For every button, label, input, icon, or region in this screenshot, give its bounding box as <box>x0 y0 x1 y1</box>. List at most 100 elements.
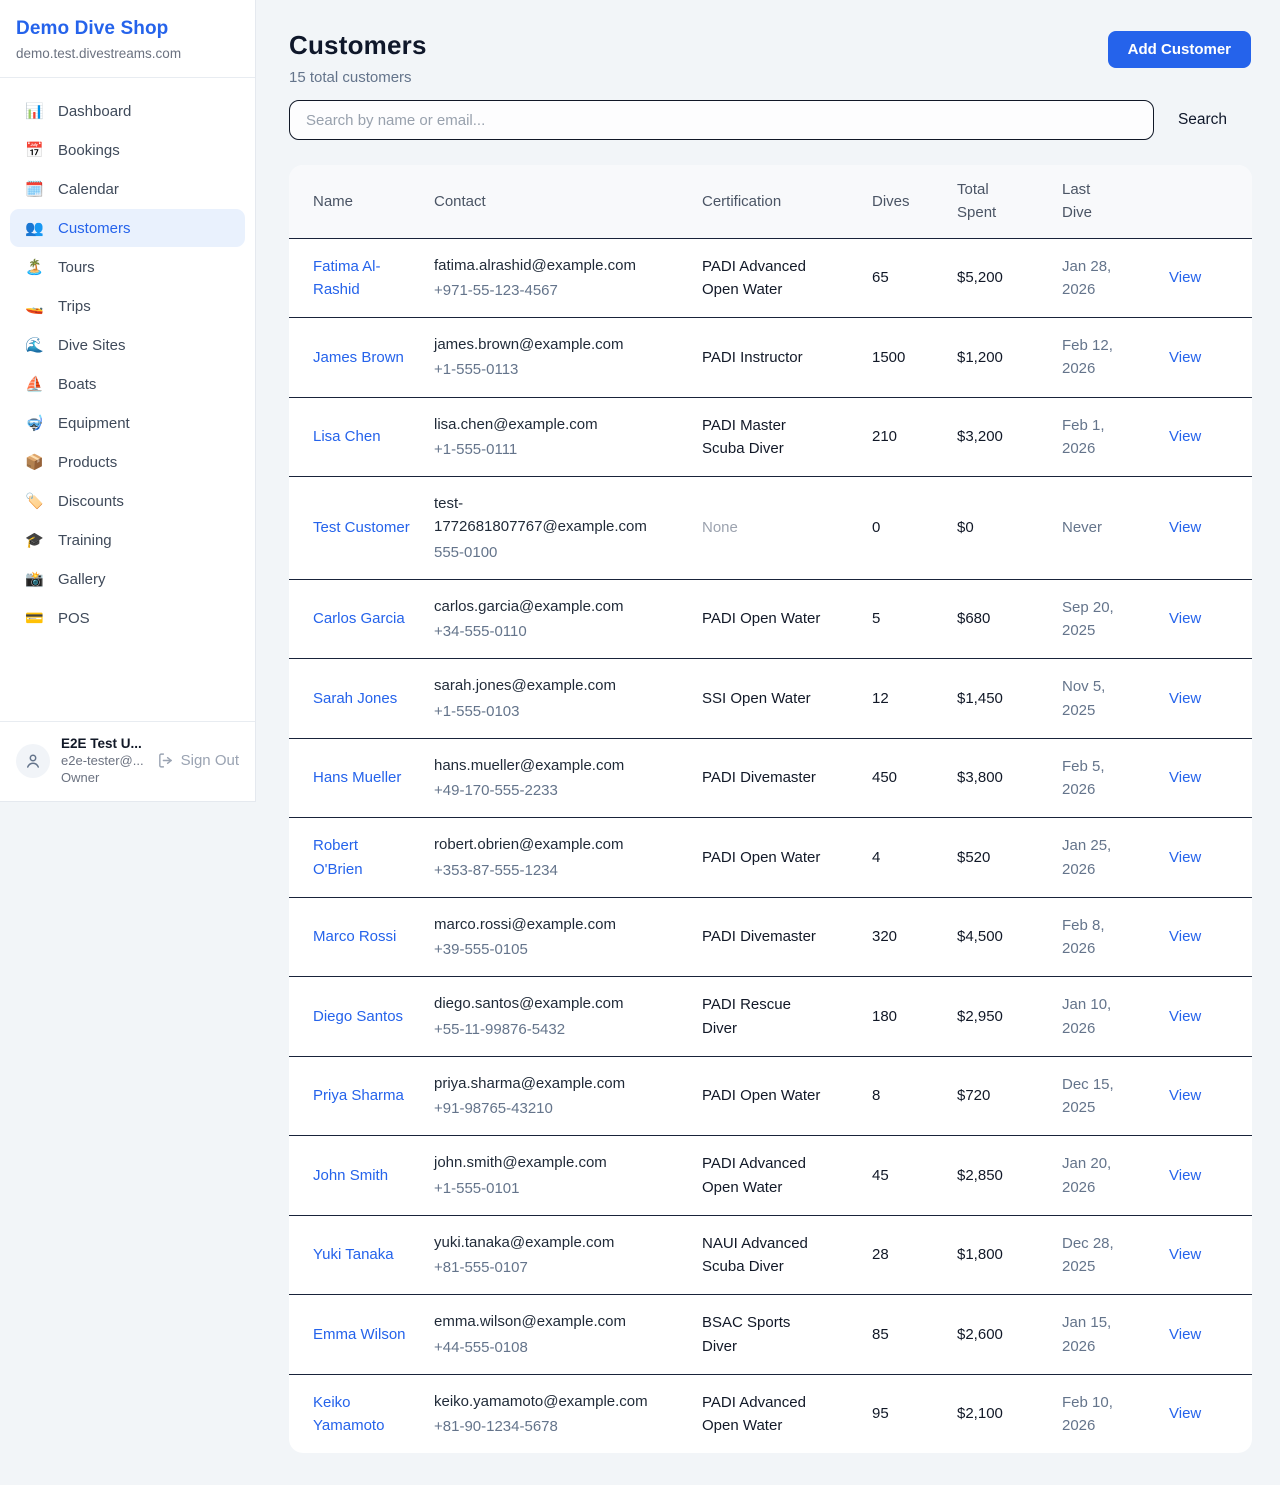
sign-out-button[interactable]: Sign Out <box>157 752 241 769</box>
customer-certification: PADI Rescue Diver <box>702 993 828 1040</box>
customer-name-link[interactable]: Diego Santos <box>313 1005 403 1028</box>
view-customer-link[interactable]: View <box>1169 349 1201 366</box>
customer-phone: +49-170-555-2233 <box>434 779 688 802</box>
view-customer-link[interactable]: View <box>1169 428 1201 445</box>
user-name: E2E Test U... <box>61 736 146 751</box>
sidebar-item-bookings[interactable]: 📅 Bookings <box>10 131 245 169</box>
sidebar-item-dive-sites[interactable]: 🌊 Dive Sites <box>10 326 245 364</box>
view-customer-link[interactable]: View <box>1169 519 1201 536</box>
sidebar-item-pos[interactable]: 💳 POS <box>10 599 245 637</box>
customer-last-dive: Sep 20, 2025 <box>1062 596 1124 643</box>
sidebar-item-training[interactable]: 🎓 Training <box>10 521 245 559</box>
customer-name-link[interactable]: Hans Mueller <box>313 766 401 789</box>
main-content: Customers 15 total customers Add Custome… <box>256 0 1280 1453</box>
customer-last-dive: Feb 8, 2026 <box>1062 914 1124 961</box>
table-row: Robert O'Brien robert.obrien@example.com… <box>289 818 1252 898</box>
sidebar-item-boats[interactable]: ⛵ Boats <box>10 365 245 403</box>
customer-email: john.smith@example.com <box>434 1151 671 1174</box>
customer-name-link[interactable]: Keiko Yamamoto <box>313 1391 411 1438</box>
view-customer-link[interactable]: View <box>1169 849 1201 866</box>
view-customer-link[interactable]: View <box>1169 928 1201 945</box>
customer-phone: +55-11-99876-5432 <box>434 1018 688 1041</box>
customer-phone: +44-555-0108 <box>434 1336 688 1359</box>
customer-name-link[interactable]: Robert O'Brien <box>313 834 411 881</box>
calendar-icon: 🗓️ <box>25 180 43 198</box>
customer-certification: PADI Advanced Open Water <box>702 1152 828 1199</box>
add-customer-button[interactable]: Add Customer <box>1108 31 1251 68</box>
view-customer-link[interactable]: View <box>1169 769 1201 786</box>
sidebar-item-discounts[interactable]: 🏷️ Discounts <box>10 482 245 520</box>
table-row: Fatima Al-Rashid fatima.alrashid@example… <box>289 238 1252 318</box>
customer-last-dive: Feb 10, 2026 <box>1062 1391 1124 1438</box>
customer-name-link[interactable]: Yuki Tanaka <box>313 1243 394 1266</box>
view-customer-link[interactable]: View <box>1169 1405 1201 1422</box>
customer-dives: 95 <box>872 1405 889 1422</box>
table-row: Lisa Chen lisa.chen@example.com +1-555-0… <box>289 397 1252 477</box>
view-customer-link[interactable]: View <box>1169 1167 1201 1184</box>
customer-name-link[interactable]: Test Customer <box>313 516 410 539</box>
sidebar-item-trips[interactable]: 🚤 Trips <box>10 287 245 325</box>
customer-last-dive: Jan 15, 2026 <box>1062 1311 1124 1358</box>
customer-total-spent: $2,950 <box>957 1008 1003 1025</box>
customer-phone: +39-555-0105 <box>434 938 688 961</box>
customer-phone: +1-555-0113 <box>434 358 688 381</box>
sidebar-item-customers[interactable]: 👥 Customers <box>10 209 245 247</box>
sign-out-label: Sign Out <box>181 752 239 769</box>
view-customer-link[interactable]: View <box>1169 690 1201 707</box>
column-header-certification: Certification <box>702 165 872 238</box>
customer-name-link[interactable]: James Brown <box>313 346 404 369</box>
view-customer-link[interactable]: View <box>1169 269 1201 286</box>
view-customer-link[interactable]: View <box>1169 1008 1201 1025</box>
sidebar-item-calendar[interactable]: 🗓️ Calendar <box>10 170 245 208</box>
customer-name-link[interactable]: Sarah Jones <box>313 687 397 710</box>
boats-icon: ⛵ <box>25 375 43 393</box>
view-customer-link[interactable]: View <box>1169 610 1201 627</box>
sidebar-item-products[interactable]: 📦 Products <box>10 443 245 481</box>
customer-total-spent: $2,100 <box>957 1405 1003 1422</box>
customer-name-link[interactable]: Lisa Chen <box>313 425 381 448</box>
customer-total-spent: $2,600 <box>957 1326 1003 1343</box>
sidebar-item-equipment[interactable]: 🤿 Equipment <box>10 404 245 442</box>
search-button[interactable]: Search <box>1154 111 1251 129</box>
shop-title: Demo Dive Shop <box>16 18 239 40</box>
customer-name-link[interactable]: John Smith <box>313 1164 388 1187</box>
customer-certification: PADI Advanced Open Water <box>702 255 828 302</box>
view-customer-link[interactable]: View <box>1169 1326 1201 1343</box>
sidebar-item-tours[interactable]: 🏝️ Tours <box>10 248 245 286</box>
dashboard-icon: 📊 <box>25 102 43 120</box>
equipment-icon: 🤿 <box>25 414 43 432</box>
customer-email: carlos.garcia@example.com <box>434 595 671 618</box>
column-header-last-dive: Last Dive <box>1062 165 1169 238</box>
customer-email: emma.wilson@example.com <box>434 1310 671 1333</box>
customer-name-link[interactable]: Carlos Garcia <box>313 607 405 630</box>
customer-email: yuki.tanaka@example.com <box>434 1231 671 1254</box>
customers-icon: 👥 <box>25 219 43 237</box>
customer-name-link[interactable]: Marco Rossi <box>313 925 396 948</box>
discounts-icon: 🏷️ <box>25 492 43 510</box>
bookings-icon: 📅 <box>25 141 43 159</box>
customer-phone: +81-90-1234-5678 <box>434 1415 688 1438</box>
customer-email: lisa.chen@example.com <box>434 413 671 436</box>
customer-certification: NAUI Advanced Scuba Diver <box>702 1232 828 1279</box>
sidebar-item-dashboard[interactable]: 📊 Dashboard <box>10 92 245 130</box>
table-row: Yuki Tanaka yuki.tanaka@example.com +81-… <box>289 1215 1252 1295</box>
view-customer-link[interactable]: View <box>1169 1246 1201 1263</box>
search-row: Search <box>289 100 1251 140</box>
sidebar-item-gallery[interactable]: 📸 Gallery <box>10 560 245 598</box>
customer-dives: 180 <box>872 1008 897 1025</box>
customer-certification: PADI Open Water <box>702 1084 820 1107</box>
customer-name-link[interactable]: Priya Sharma <box>313 1084 404 1107</box>
customer-name-link[interactable]: Emma Wilson <box>313 1323 406 1346</box>
customer-dives: 320 <box>872 928 897 945</box>
table-row: Keiko Yamamoto keiko.yamamoto@example.co… <box>289 1374 1252 1453</box>
search-input[interactable] <box>289 100 1154 140</box>
tours-icon: 🏝️ <box>25 258 43 276</box>
view-customer-link[interactable]: View <box>1169 1087 1201 1104</box>
customer-phone: +971-55-123-4567 <box>434 279 688 302</box>
customer-last-dive: Never <box>1062 516 1102 539</box>
training-icon: 🎓 <box>25 531 43 549</box>
customer-name-link[interactable]: Fatima Al-Rashid <box>313 255 411 302</box>
customer-certification: PADI Advanced Open Water <box>702 1391 828 1438</box>
customer-dives: 28 <box>872 1246 889 1263</box>
customer-total-spent: $1,450 <box>957 690 1003 707</box>
